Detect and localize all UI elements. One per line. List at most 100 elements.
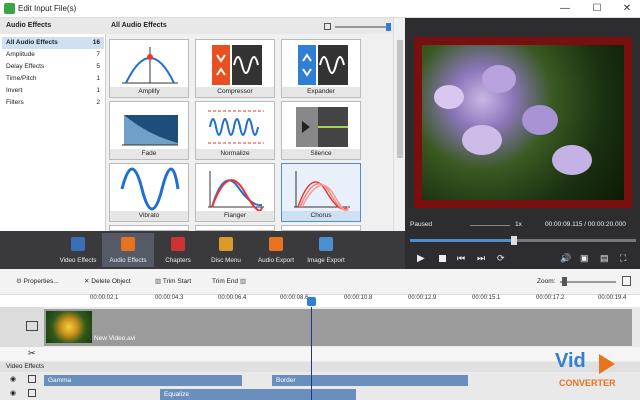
effect-tile-flanger[interactable]: Flanger — [195, 163, 275, 222]
maximize-button[interactable]: ☐ — [582, 1, 612, 17]
logo-subtext: CONVERTER — [559, 378, 616, 388]
flower-shape — [552, 145, 592, 175]
gear-icon: ⚙ — [16, 278, 24, 285]
tool-label: Audio Export — [257, 257, 295, 264]
window-title: Edit Input File(s) — [18, 4, 77, 13]
effect-label: Silence — [282, 149, 360, 159]
snapshot-icon[interactable]: ▣ — [580, 253, 589, 264]
effect-bar-equalize[interactable]: Equalize — [160, 389, 356, 400]
effect-tile-vibrato[interactable]: Vibrato — [109, 163, 189, 222]
category-item[interactable]: Delay Effects 5 — [2, 61, 104, 73]
properties-button[interactable]: ⚙ Properties... — [16, 275, 59, 289]
effects-toolbar: Video Effects Audio Effects Chapters Dis… — [0, 231, 405, 269]
effects-panel: All Audio Effects Amplify Compressor Exp… — [106, 18, 405, 231]
logo-play-icon — [599, 354, 615, 374]
button-label: Delete Object — [91, 278, 131, 285]
ruler-tick: 00:00:19.4 — [598, 295, 627, 301]
tool-label: Audio Effects — [109, 257, 147, 264]
app-icon — [4, 3, 15, 14]
category-count: 1 — [96, 75, 100, 82]
stop-icon[interactable] — [439, 255, 446, 262]
effects-scrollbar[interactable] — [393, 18, 405, 231]
close-button[interactable]: ✕ — [612, 1, 640, 17]
eye-icon[interactable]: ◉ — [10, 375, 16, 383]
scissors-icon[interactable]: ✂ — [28, 348, 36, 359]
category-label: All Audio Effects — [6, 39, 58, 46]
category-item[interactable]: Time/Pitch 1 — [2, 73, 104, 85]
play-state: Paused — [410, 221, 433, 228]
chapters-icon — [171, 237, 185, 251]
effect-tile-compressor[interactable]: Compressor — [195, 39, 275, 98]
category-item[interactable]: All Audio Effects 16 — [2, 37, 104, 49]
ruler-tick: 00:00:04.3 — [155, 295, 184, 301]
playhead[interactable] — [311, 307, 312, 400]
scroll-thumb[interactable] — [397, 40, 403, 158]
title-bar: Edit Input File(s) — ☐ ✕ — [0, 0, 640, 18]
volume-icon[interactable]: 🔊 — [560, 253, 571, 264]
fade-icon — [122, 115, 178, 146]
flower-shape — [522, 105, 558, 135]
effect-tile-normalize[interactable]: Normalize — [195, 101, 275, 160]
tool-label: Video Effects — [59, 257, 97, 264]
zoom-slider[interactable] — [560, 281, 616, 283]
trim-end-button[interactable]: Trim End ▥ — [212, 275, 246, 289]
timeline: New Video.avi ✂ Video Effects ◉ Gamma Bo… — [0, 307, 640, 400]
effect-tile-amplify[interactable]: Amplify — [109, 39, 189, 98]
fullscreen-icon[interactable]: ⛶ — [620, 253, 626, 264]
playhead-handle[interactable] — [307, 297, 316, 306]
volume-slider[interactable] — [470, 225, 510, 226]
eye-icon[interactable]: ◉ — [10, 389, 16, 397]
amplify-icon — [122, 47, 178, 84]
effect-bar-border[interactable]: Border — [272, 375, 468, 386]
trim-start-button[interactable]: ▥ Trim Start — [155, 275, 191, 289]
seek-thumb[interactable] — [511, 236, 517, 245]
play-icon[interactable]: ▶ — [417, 253, 425, 264]
effect-tile-chorus[interactable]: Chorus — [281, 163, 361, 222]
button-label: Properties... — [23, 278, 59, 285]
disc-menu-button[interactable]: Disc Menu — [200, 233, 252, 267]
timeline-ruler[interactable]: 00:00:02.1 00:00:04.3 00:00:06.4 00:00:0… — [0, 295, 640, 307]
ruler-tick: 00:00:02.1 — [90, 295, 119, 301]
chorus-icon — [294, 171, 350, 211]
audio-export-button[interactable]: Audio Export — [250, 233, 302, 267]
view-toggle-icon[interactable] — [324, 23, 331, 30]
zoom-thumb[interactable] — [562, 277, 567, 286]
chapters-button[interactable]: Chapters — [152, 233, 204, 267]
category-label: Filters — [6, 99, 24, 106]
video-effects-button[interactable]: Video Effects — [52, 233, 104, 267]
loop-icon[interactable]: ⟳ — [497, 253, 505, 264]
category-item[interactable]: Invert 1 — [2, 85, 104, 97]
effect-tile-silence[interactable]: Silence — [281, 101, 361, 160]
image-export-button[interactable]: Image Export — [300, 233, 352, 267]
slider-thumb[interactable] — [386, 23, 391, 31]
category-item[interactable]: Amplitude 7 — [2, 49, 104, 61]
screen-icon[interactable]: ▤ — [600, 253, 609, 264]
fit-icon[interactable] — [622, 276, 631, 286]
effect-tile-fade[interactable]: Fade — [109, 101, 189, 160]
category-item[interactable]: Filters 2 — [2, 97, 104, 109]
category-count: 7 — [96, 51, 100, 58]
category-label: Amplitude — [6, 51, 35, 58]
prev-frame-icon[interactable]: ⏮ — [457, 253, 465, 264]
speed-label: 1x — [515, 221, 522, 228]
delete-object-button[interactable]: ✕ Delete Object — [84, 275, 131, 289]
category-label: Time/Pitch — [6, 75, 37, 82]
trim-end-icon: ▥ — [238, 278, 247, 285]
next-frame-icon[interactable]: ⏭ — [477, 253, 485, 264]
tool-label: Disc Menu — [211, 257, 241, 264]
effect-tile-expander[interactable]: Expander — [281, 39, 361, 98]
effect-bar-gamma[interactable]: Gamma — [44, 375, 242, 386]
disc-menu-icon — [219, 237, 233, 251]
effect-label: Fade — [110, 149, 188, 159]
minimize-button[interactable]: — — [550, 1, 580, 17]
section-header: Video Effects — [0, 362, 640, 372]
lock-icon[interactable] — [28, 375, 36, 383]
zoom-label: Zoom: — [537, 278, 556, 285]
video-track[interactable]: New Video.avi — [44, 309, 632, 346]
flower-shape — [482, 65, 516, 93]
audio-effects-button[interactable]: Audio Effects — [102, 233, 154, 267]
image-export-icon — [319, 237, 333, 251]
lock-icon[interactable] — [28, 389, 36, 397]
tile-size-slider[interactable] — [335, 26, 389, 28]
category-header: Audio Effects — [0, 18, 106, 34]
